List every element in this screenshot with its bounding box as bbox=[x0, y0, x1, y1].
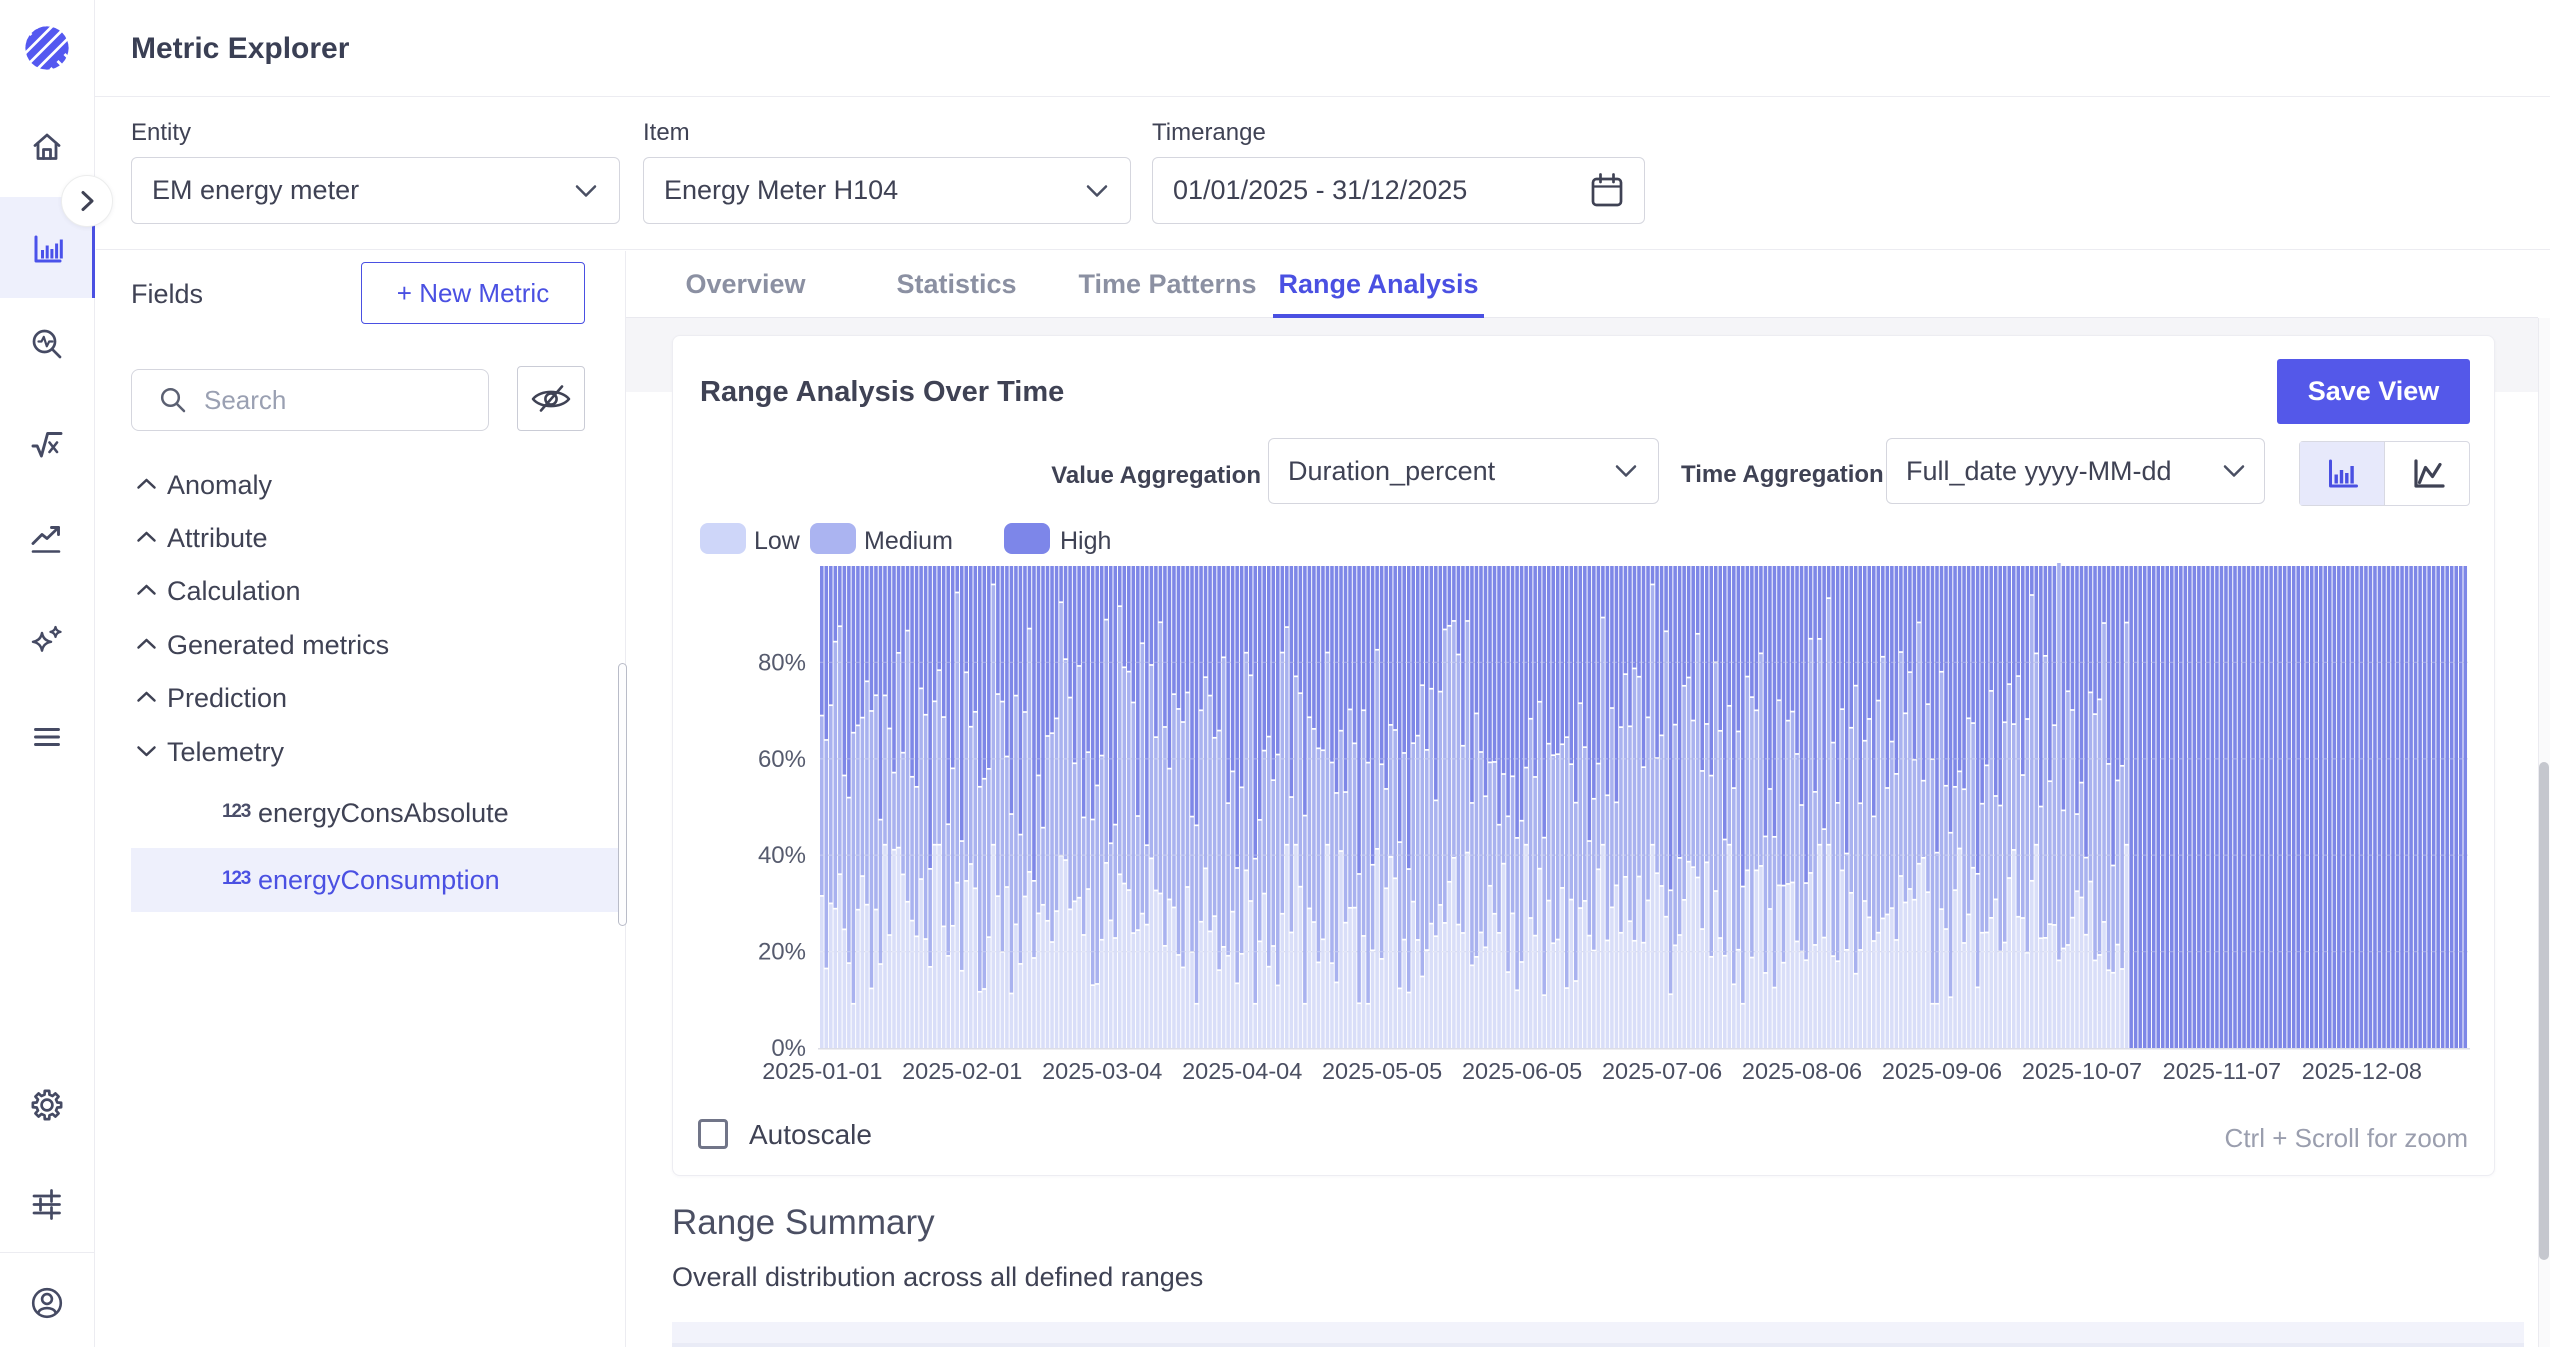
svg-text:2025-07-06: 2025-07-06 bbox=[1602, 1058, 1722, 1084]
svg-text:2025-01-01: 2025-01-01 bbox=[762, 1058, 882, 1084]
svg-text:20%: 20% bbox=[758, 939, 806, 966]
svg-text:2025-02-01: 2025-02-01 bbox=[902, 1058, 1022, 1084]
svg-text:80%: 80% bbox=[758, 649, 806, 676]
svg-text:2025-12-08: 2025-12-08 bbox=[2302, 1058, 2422, 1084]
svg-text:2025-10-07: 2025-10-07 bbox=[2022, 1058, 2142, 1084]
svg-text:2025-03-04: 2025-03-04 bbox=[1042, 1058, 1162, 1084]
svg-text:2025-09-06: 2025-09-06 bbox=[1882, 1058, 2002, 1084]
svg-text:2025-04-04: 2025-04-04 bbox=[1182, 1058, 1302, 1084]
svg-text:60%: 60% bbox=[758, 746, 806, 773]
svg-text:2025-08-06: 2025-08-06 bbox=[1742, 1058, 1862, 1084]
svg-text:40%: 40% bbox=[758, 842, 806, 869]
svg-text:2025-05-05: 2025-05-05 bbox=[1322, 1058, 1442, 1084]
svg-text:2025-11-07: 2025-11-07 bbox=[2163, 1058, 2281, 1084]
svg-text:2025-06-05: 2025-06-05 bbox=[1462, 1058, 1582, 1084]
